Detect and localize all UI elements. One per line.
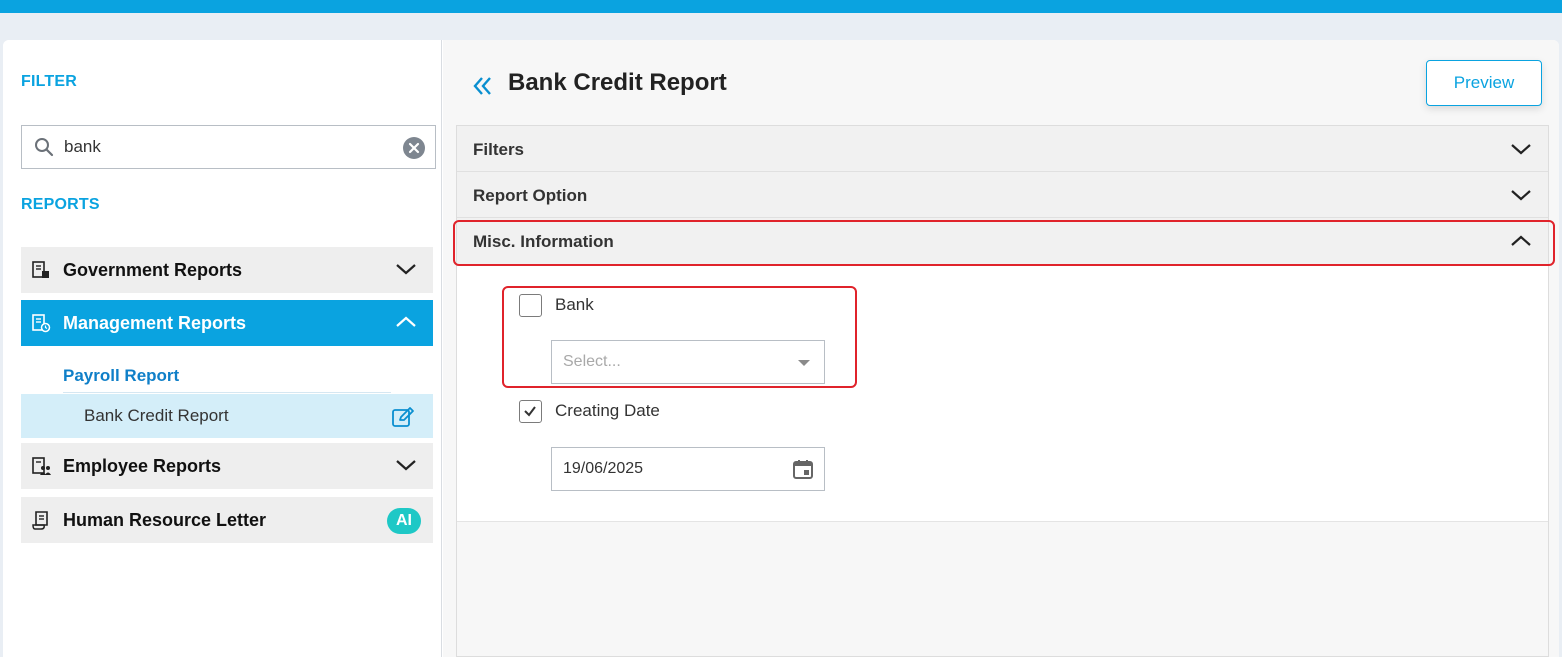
top-accent-bar: [0, 0, 1562, 13]
creating-date-value: 19/06/2025: [563, 460, 644, 477]
submenu-item-label: Bank Credit Report: [84, 406, 229, 425]
group-label: Employee Reports: [63, 456, 222, 476]
reports-heading: REPORTS: [21, 196, 100, 213]
calendar-icon[interactable]: [792, 458, 814, 480]
section-misc-information[interactable]: Misc. Information: [457, 218, 1548, 266]
scroll-icon: [32, 511, 48, 530]
bank-select[interactable]: Select...: [551, 340, 825, 384]
search-box[interactable]: [21, 125, 436, 169]
ai-badge[interactable]: AI: [387, 508, 421, 534]
group-government-reports[interactable]: Government Reports: [21, 247, 433, 293]
divider: [63, 392, 391, 393]
check-icon: [524, 406, 536, 417]
clock-report-icon: [32, 314, 51, 333]
search-icon: [35, 138, 54, 157]
chevron-up-icon[interactable]: [1510, 234, 1532, 248]
submenu-item-bank-credit-report[interactable]: Bank Credit Report: [21, 394, 433, 438]
section-label: Report Option: [473, 186, 588, 205]
group-label: Government Reports: [63, 260, 243, 280]
group-label: Management Reports: [63, 313, 247, 333]
section-label: Misc. Information: [473, 232, 614, 251]
edit-icon[interactable]: [391, 405, 415, 429]
filter-heading: FILTER: [21, 73, 78, 90]
section-label: Filters: [473, 140, 525, 159]
main-panel: Bank Credit Report Preview Filters Repor…: [443, 40, 1559, 657]
chevron-down-icon[interactable]: [395, 458, 417, 472]
chevron-down-icon[interactable]: [1510, 142, 1532, 156]
sidebar: FILTER REPORTS Governmen: [3, 40, 442, 657]
page-title: Bank Credit Report: [508, 69, 727, 96]
section-report-option[interactable]: Report Option: [457, 172, 1548, 218]
bank-checkbox[interactable]: [519, 294, 542, 317]
group-label: Human Resource Letter: [63, 510, 267, 530]
submenu-heading-payroll-report[interactable]: Payroll Report: [63, 366, 179, 386]
double-chevron-left-icon[interactable]: [473, 76, 493, 96]
chevron-up-icon[interactable]: [395, 315, 417, 329]
preview-button[interactable]: Preview: [1426, 60, 1542, 106]
bank-select-placeholder: Select...: [563, 353, 621, 370]
report-options-card: Filters Report Option Misc. Information: [456, 125, 1549, 657]
clear-search-icon[interactable]: [403, 137, 425, 159]
dropdown-caret-icon[interactable]: [798, 360, 810, 366]
bank-label: Bank: [555, 295, 594, 314]
chevron-down-icon[interactable]: [1510, 188, 1532, 202]
misc-information-body: Bank Select... Creating Date 19/06/2025: [457, 266, 1548, 522]
creating-date-input[interactable]: 19/06/2025: [551, 447, 825, 491]
creating-date-label: Creating Date: [555, 401, 660, 420]
search-input[interactable]: [64, 134, 394, 160]
building-report-icon: [32, 261, 49, 278]
app-frame: FILTER REPORTS Governmen: [3, 40, 1559, 657]
section-filters[interactable]: Filters: [457, 126, 1548, 172]
people-report-icon: [32, 457, 51, 475]
chevron-down-icon[interactable]: [395, 262, 417, 276]
group-employee-reports[interactable]: Employee Reports: [21, 443, 433, 489]
group-human-resource-letter[interactable]: Human Resource Letter AI: [21, 497, 433, 543]
group-management-reports[interactable]: Management Reports: [21, 300, 433, 346]
creating-date-checkbox[interactable]: [519, 400, 542, 423]
